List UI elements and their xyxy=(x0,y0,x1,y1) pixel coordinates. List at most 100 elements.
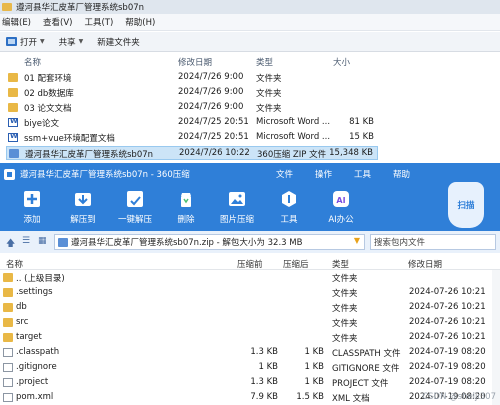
archive-path-field[interactable]: 遵河县华汇皮革厂管理系统sb07n.zip - 解包大小为 32.3 MB ▼ xyxy=(54,234,365,250)
share-button[interactable]: 共享 ▼ xyxy=(59,36,84,48)
zip-window-title: 遵河县华汇皮革厂管理系统sb07n - 360压缩 xyxy=(20,170,190,180)
entry-size-after: 1 KB xyxy=(304,347,324,357)
zip-title-bar: 遵河县华汇皮革厂管理系统sb07n - 360压缩 xyxy=(0,163,500,185)
explorer-menu-bar: 编辑(E) 查看(V) 工具(T) 帮助(H) xyxy=(0,14,500,31)
file-type: 文件夹 xyxy=(256,89,282,99)
folder-icon xyxy=(8,88,18,97)
recycle-icon xyxy=(181,193,191,207)
extract-to-label: 解压到 xyxy=(70,215,96,225)
new-folder-label: 新建文件夹 xyxy=(97,37,140,48)
explorer-title: 遵河县华汇皮革厂管理系统sb07n xyxy=(16,3,145,13)
file-size: 15 KB xyxy=(349,132,374,142)
file-name: biye论文 xyxy=(24,119,60,129)
archive-row[interactable]: target 文件夹 2024-07-26 10:21 xyxy=(0,331,500,345)
file-date: 2024/7/26 9:00 xyxy=(178,87,244,97)
entry-name: db xyxy=(16,302,27,312)
file-row[interactable]: ssm+vue环境配置文档 2024/7/25 20:51 Microsoft … xyxy=(6,131,378,145)
file-row[interactable]: 02 db数据库 2024/7/26 9:00 文件夹 xyxy=(6,86,378,100)
entry-type: 文件夹 xyxy=(332,274,358,284)
column-size[interactable]: 大小 xyxy=(333,56,350,68)
entry-size-before: 1.3 KB xyxy=(250,377,278,387)
tools-button[interactable]: 工具 xyxy=(264,189,314,225)
one-click-extract-label: 一键解压 xyxy=(117,215,152,225)
column-type[interactable]: 类型 xyxy=(332,258,349,270)
chevron-down-icon: ▼ xyxy=(40,38,45,45)
extract-to-icon xyxy=(75,193,91,206)
add-button[interactable]: 添加 xyxy=(7,189,57,225)
list-view-icon[interactable]: ☰ xyxy=(22,236,30,246)
file-date: 2024/7/26 9:00 xyxy=(178,102,244,112)
menu-tools[interactable]: 工具(T) xyxy=(84,16,113,28)
file-type: 360压缩 ZIP 文件 xyxy=(257,150,327,160)
column-compressed-before[interactable]: 压缩前 xyxy=(237,258,263,270)
column-date[interactable]: 修改日期 xyxy=(178,56,212,68)
entry-size-before: 1.3 KB xyxy=(250,347,278,357)
archive-row[interactable]: .classpath 1.3 KB 1 KB CLASSPATH 文件 2024… xyxy=(0,346,500,360)
zip-archive-icon xyxy=(9,149,19,158)
new-folder-button[interactable]: 新建文件夹 xyxy=(97,36,140,48)
entry-name: .settings xyxy=(16,287,53,297)
grid-view-icon[interactable]: ▦ xyxy=(38,236,47,246)
folder-icon xyxy=(8,103,18,112)
archive-row[interactable]: src 文件夹 2024-07-26 10:21 xyxy=(0,316,500,330)
file-date: 2024/7/25 20:51 xyxy=(178,117,249,127)
svg-text:AI: AI xyxy=(336,196,345,205)
entry-name: .classpath xyxy=(16,347,60,357)
entry-type: GITIGNORE 文件 xyxy=(332,364,400,374)
vertical-scrollbar[interactable] xyxy=(492,270,500,405)
entry-size-after: 1 KB xyxy=(304,377,324,387)
scan-button[interactable]: 扫描 xyxy=(448,182,484,228)
ai-office-icon: AI xyxy=(333,191,349,207)
file-row[interactable]: 03 论文文档 2024/7/26 9:00 文件夹 xyxy=(6,101,378,115)
file-row-selected[interactable]: 遵河县华汇皮革厂管理系统sb07n 2024/7/26 10:22 360压缩 … xyxy=(6,146,378,160)
zip-address-bar: 🡅 ☰ ▦ 遵河县华汇皮革厂管理系统sb07n.zip - 解包大小为 32.3… xyxy=(0,231,500,253)
extract-to-button[interactable]: 解压到 xyxy=(58,189,108,225)
entry-date: 2024-07-26 10:21 xyxy=(409,332,486,342)
menu-view[interactable]: 查看(V) xyxy=(43,16,72,28)
entry-date: 2024-07-26 10:21 xyxy=(409,317,486,327)
zip-menu-file[interactable]: 文件 xyxy=(276,168,293,180)
folder-icon xyxy=(2,3,12,11)
add-label: 添加 xyxy=(23,215,41,225)
menu-edit[interactable]: 编辑(E) xyxy=(2,16,31,28)
zip-menu-operate[interactable]: 操作 xyxy=(315,168,332,180)
menu-help[interactable]: 帮助(H) xyxy=(125,16,155,28)
column-compressed-after[interactable]: 压缩后 xyxy=(283,258,309,270)
delete-button[interactable]: 删除 xyxy=(161,189,211,225)
up-arrow-icon[interactable]: 🡅 xyxy=(6,236,15,252)
archive-row[interactable]: .settings 文件夹 2024-07-26 10:21 xyxy=(0,286,500,300)
share-label: 共享 xyxy=(58,37,76,48)
ai-office-button[interactable]: AI AI办公 xyxy=(316,189,366,225)
explorer-column-header: 名称 修改日期 类型 大小 xyxy=(0,55,500,69)
file-size: 15,348 KB xyxy=(329,148,373,158)
file-type: Microsoft Word ... xyxy=(256,117,331,127)
image-compress-button[interactable]: 图片压缩 xyxy=(212,189,262,225)
entry-type: 文件夹 xyxy=(332,319,358,329)
file-name: ssm+vue环境配置文档 xyxy=(24,134,115,144)
zip-column-header: 名称 压缩前 压缩后 类型 修改日期 xyxy=(0,256,500,270)
search-input[interactable]: 搜索包内文件 xyxy=(370,234,496,250)
archive-row[interactable]: .. (上级目录) 文件夹 xyxy=(0,271,500,285)
open-button[interactable]: 打开 ▼ xyxy=(6,36,45,48)
file-name: 02 db数据库 xyxy=(24,89,74,99)
column-date[interactable]: 修改日期 xyxy=(408,258,442,270)
archive-row[interactable]: .project 1.3 KB 1 KB PROJECT 文件 2024-07-… xyxy=(0,376,500,390)
column-type[interactable]: 类型 xyxy=(256,56,273,68)
file-date: 2024/7/26 9:00 xyxy=(178,72,244,82)
entry-size-before: 1 KB xyxy=(258,362,278,372)
column-name[interactable]: 名称 xyxy=(6,258,23,270)
csdn-watermark: CSDN @shelji307 xyxy=(422,392,496,402)
file-icon xyxy=(3,378,13,387)
archive-row[interactable]: db 文件夹 2024-07-26 10:21 xyxy=(0,301,500,315)
word-doc-icon xyxy=(8,132,18,142)
zip-menu-tools[interactable]: 工具 xyxy=(354,168,371,180)
tools-label: 工具 xyxy=(280,215,298,225)
file-row[interactable]: 01 配套环境 2024/7/26 9:00 文件夹 xyxy=(6,71,378,85)
file-row[interactable]: biye论文 2024/7/25 20:51 Microsoft Word ..… xyxy=(6,116,378,130)
archive-row[interactable]: .gitignore 1 KB 1 KB GITIGNORE 文件 2024-0… xyxy=(0,361,500,375)
zip-menu-help[interactable]: 帮助 xyxy=(393,168,410,180)
delete-label: 删除 xyxy=(177,215,195,225)
one-click-extract-button[interactable]: 一键解压 xyxy=(110,189,160,225)
chevron-down-icon[interactable]: ▼ xyxy=(354,236,360,245)
column-name[interactable]: 名称 xyxy=(24,56,41,68)
